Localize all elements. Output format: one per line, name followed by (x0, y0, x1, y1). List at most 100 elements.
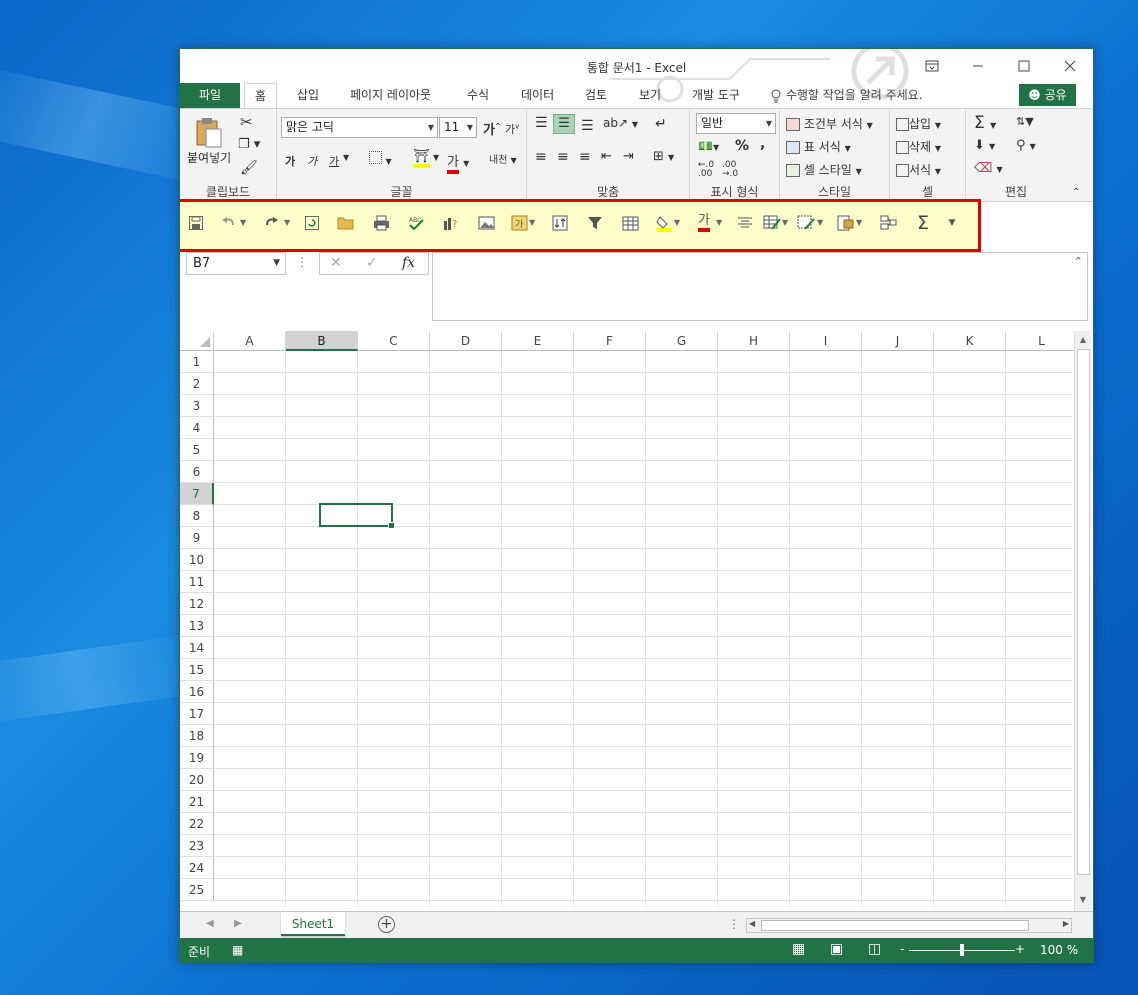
grow-font-button[interactable]: 가^ (483, 119, 501, 138)
collapse-formula-bar-icon[interactable]: ⌃ (1074, 255, 1083, 268)
row-header-5[interactable]: 5 (180, 439, 214, 461)
cell-styles-button[interactable]: 셀 스타일 ▼ (786, 161, 862, 178)
underline-button[interactable]: 가 (329, 153, 339, 169)
qat-autosum-button[interactable]: Σ (909, 208, 937, 238)
insert-function-button[interactable]: fx (402, 255, 415, 271)
row-header-15[interactable]: 15 (180, 659, 214, 681)
qat-customize-button[interactable]: ▼ (938, 208, 966, 238)
row-header-19[interactable]: 19 (180, 747, 214, 769)
zoom-out-button[interactable]: - (900, 942, 904, 956)
conditional-formatting-button[interactable]: 조건부 서식 ▼ (786, 115, 873, 132)
row-header-16[interactable]: 16 (180, 681, 214, 703)
qat-chart-button[interactable]: ? (437, 208, 465, 238)
row-header-8[interactable]: 8 (180, 505, 214, 527)
tab-insert[interactable]: 삽입 (287, 83, 329, 108)
find-select-button[interactable]: ⚲ ▼ (1016, 138, 1036, 153)
fill-color-button[interactable]: ⛩ ▼ (413, 149, 439, 168)
insert-cells-dropdown[interactable]: ▼ (856, 218, 862, 227)
qat-filter-button[interactable] (581, 208, 609, 238)
tab-review[interactable]: 검토 (575, 83, 617, 108)
formula-input[interactable]: ⌃ (432, 252, 1088, 321)
percent-style-button[interactable]: % (735, 138, 749, 154)
tab-formulas[interactable]: 수식 (457, 83, 499, 108)
tab-home[interactable]: 홈 (244, 83, 278, 109)
enter-icon[interactable]: ✓ (366, 255, 378, 271)
row-header-7[interactable]: 7 (180, 483, 214, 505)
scroll-up-icon[interactable]: ▲ (1075, 333, 1091, 347)
qat-redo-button[interactable] (258, 208, 286, 238)
active-cell[interactable] (319, 503, 395, 529)
column-header-k[interactable]: K (934, 331, 1006, 351)
format-dropdown[interactable]: ▼ (817, 218, 823, 227)
qat-picture-button[interactable] (472, 208, 500, 238)
row-header-11[interactable]: 11 (180, 571, 214, 593)
qat-spelling-button[interactable]: ABC (402, 208, 430, 238)
fill-color-dropdown[interactable]: ▼ (674, 218, 680, 227)
add-sheet-button[interactable]: + (378, 916, 395, 933)
row-header-6[interactable]: 6 (180, 461, 214, 483)
minimize-button[interactable] (955, 49, 1001, 83)
qat-table-button[interactable] (616, 208, 644, 238)
tab-view[interactable]: 보기 (629, 83, 671, 108)
paste-button[interactable] (192, 115, 224, 152)
maximize-button[interactable] (1001, 49, 1047, 83)
scroll-left-icon[interactable]: ◀ (749, 919, 755, 928)
row-header-12[interactable]: 12 (180, 593, 214, 615)
macro-record-icon[interactable]: ▦ (232, 943, 243, 957)
share-button[interactable]: ☻ 공유 (1019, 84, 1076, 106)
decrease-decimal-button[interactable]: .00 →.0 (722, 161, 738, 179)
number-format-select[interactable]: 일반 ▼ (696, 113, 776, 134)
vertical-scrollbar[interactable]: ▲ ▼ (1074, 331, 1091, 911)
tab-split-grip[interactable]: ⋮ (728, 917, 740, 931)
tab-data[interactable]: 데이터 (511, 83, 564, 108)
column-header-e[interactable]: E (502, 331, 574, 351)
row-header-25[interactable]: 25 (180, 879, 214, 901)
row-header-10[interactable]: 10 (180, 549, 214, 571)
row-header-9[interactable]: 9 (180, 527, 214, 549)
ribbon-display-options-button[interactable] (909, 49, 955, 83)
borders-button[interactable]: ▼ (369, 151, 392, 167)
font-size-select[interactable]: 11 ▼ (439, 117, 477, 138)
name-box[interactable]: B7 ▼ (186, 252, 286, 275)
zoom-in-button[interactable]: + (1015, 942, 1025, 956)
row-header-18[interactable]: 18 (180, 725, 214, 747)
row-header-24[interactable]: 24 (180, 857, 214, 879)
bold-button[interactable]: 가 (285, 153, 295, 169)
font-color-button[interactable]: 가 ▼ (447, 151, 469, 174)
italic-button[interactable]: 가 (307, 153, 317, 169)
textbox-dropdown[interactable]: ▼ (529, 218, 535, 227)
qat-refresh-button[interactable] (298, 208, 326, 238)
wrap-text-button[interactable]: ↵ (655, 116, 667, 132)
vertical-scroll-thumb[interactable] (1077, 349, 1090, 875)
align-middle-button[interactable]: ☰ (553, 114, 575, 134)
column-header-j[interactable]: J (862, 331, 934, 351)
column-header-f[interactable]: F (574, 331, 646, 351)
column-header-g[interactable]: G (646, 331, 718, 351)
column-header-d[interactable]: D (430, 331, 502, 351)
phonetic-button[interactable]: 내천 ▼ (489, 151, 517, 166)
qat-print-button[interactable] (367, 208, 395, 238)
row-header-1[interactable]: 1 (180, 351, 214, 373)
orientation-button[interactable]: ab↗ ▼ (603, 116, 638, 130)
format-cells-button[interactable]: 서식 ▼ (896, 161, 941, 178)
zoom-level[interactable]: 100 % (1040, 943, 1078, 957)
tab-file[interactable]: 파일 (180, 83, 240, 108)
qat-font-color-button[interactable]: 가 (690, 208, 718, 238)
format-painter-dropdown[interactable]: ▼ (782, 218, 788, 227)
redo-dropdown[interactable]: ▼ (284, 218, 290, 227)
scroll-right-icon[interactable]: ▶ (1063, 919, 1069, 928)
decrease-indent-button[interactable]: ⇤ (601, 149, 612, 164)
cut-button[interactable]: ✂ (240, 113, 253, 131)
row-header-17[interactable]: 17 (180, 703, 214, 725)
copy-button[interactable]: ❐ ▾ (238, 137, 260, 152)
row-header-20[interactable]: 20 (180, 769, 214, 791)
comma-style-button[interactable]: , (760, 136, 765, 152)
select-all-button[interactable] (180, 331, 214, 351)
qat-pivot-button[interactable] (874, 208, 902, 238)
page-break-view-button[interactable]: ◫ (868, 941, 881, 957)
qat-insert-cells-button[interactable] (831, 208, 859, 238)
fill-button[interactable]: ⬇ ▼ (974, 138, 995, 153)
undo-dropdown[interactable]: ▼ (240, 218, 246, 227)
row-header-22[interactable]: 22 (180, 813, 214, 835)
align-center-button[interactable]: ≡ (557, 149, 569, 165)
